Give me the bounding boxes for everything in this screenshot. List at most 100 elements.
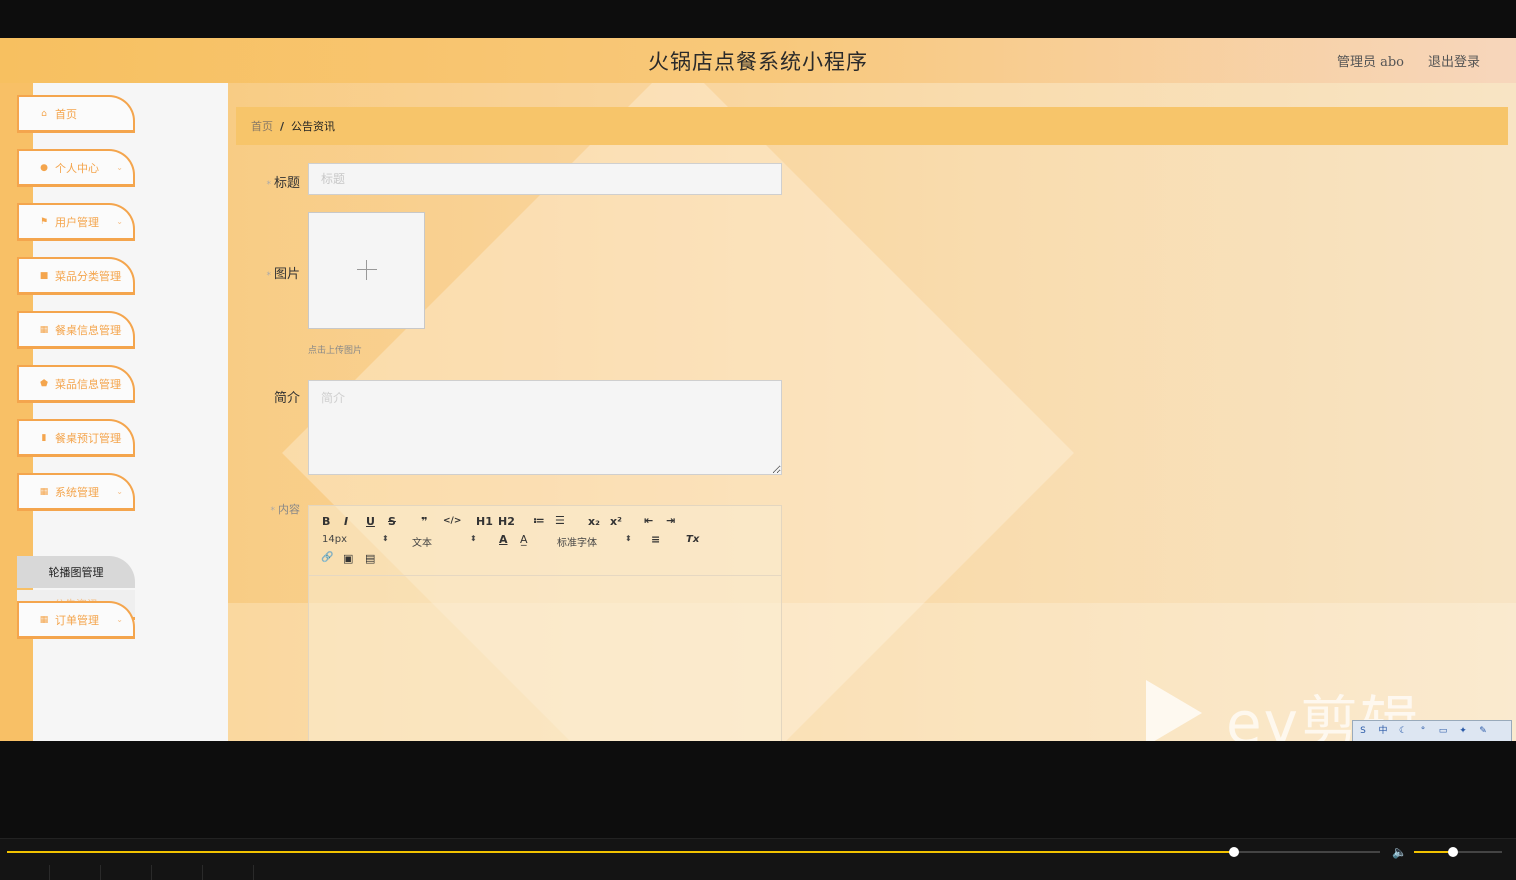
ordered-list-button[interactable]: ≔ [533, 514, 545, 527]
superscript-button[interactable]: x² [610, 515, 622, 528]
bullet-list-button[interactable]: ☰ [555, 514, 565, 527]
sidebar-item-label: 个人中心 [55, 161, 99, 175]
required-mark: * [266, 271, 271, 281]
player-button[interactable] [203, 865, 254, 880]
bold-button[interactable]: B [322, 515, 330, 528]
ime-mode-icon[interactable]: 中 [1377, 725, 1389, 737]
logout-link[interactable]: 退出登录 [1428, 51, 1480, 70]
select-arrow-icon: ⬍ [382, 534, 389, 543]
sidebar-item-dish-info[interactable]: ⬟ 菜品信息管理 ⌄ [17, 365, 135, 403]
bar-chart-icon: ▮ [41, 432, 47, 443]
ime-toolbar[interactable]: S 中 ☾ ° ▭ ✦ ✎ [1352, 720, 1512, 741]
ime-skin-icon[interactable]: ✦ [1457, 725, 1469, 737]
app-title: 火锅店点餐系统小程序 [648, 50, 868, 74]
chevron-down-icon: ⌄ [116, 487, 123, 496]
player-button[interactable] [152, 865, 203, 880]
sidebar-item-users[interactable]: ⚑ 用户管理 ⌄ [17, 203, 135, 241]
sidebar-item-label: 订单管理 [55, 613, 99, 627]
volume-level [1414, 851, 1453, 853]
seek-progress [7, 851, 1235, 853]
required-mark: * [270, 506, 276, 516]
sidebar-item-label: 菜品信息管理 [55, 377, 121, 391]
sidebar-item-dish-category[interactable]: ■ 菜品分类管理 ⌄ [17, 257, 135, 295]
quote-button[interactable]: ❞ [421, 515, 427, 528]
ime-punct-icon[interactable]: ° [1417, 725, 1429, 737]
volume-handle[interactable] [1447, 847, 1458, 857]
sidebar-item-label: 菜品分类管理 [55, 269, 121, 283]
h2-button[interactable]: H2 [498, 515, 515, 528]
seek-handle[interactable] [1229, 847, 1240, 857]
ime-keyboard-icon[interactable]: ▭ [1437, 725, 1449, 737]
outdent-button[interactable]: ⇤ [644, 514, 653, 527]
editor-content-area[interactable] [309, 577, 781, 741]
align-button[interactable]: ≡ [651, 533, 660, 546]
chevron-down-icon: ⌄ [116, 271, 123, 280]
player-button-row [0, 865, 1516, 880]
underline-button[interactable]: U [366, 515, 375, 528]
font-color-button[interactable]: A [499, 533, 508, 546]
title-input[interactable] [308, 163, 782, 195]
sidebar-item-system[interactable]: ▦ 系统管理 ⌄ [17, 473, 135, 511]
sidebar-item-label: 系统管理 [55, 485, 99, 499]
volume-slider[interactable] [1414, 847, 1502, 857]
ime-moon-icon[interactable]: ☾ [1397, 725, 1409, 737]
folder-icon: ■ [39, 270, 49, 281]
sidebar-item-profile[interactable]: ● 个人中心 ⌄ [17, 149, 135, 187]
italic-button[interactable]: I [344, 515, 348, 528]
select-arrow-icon: ⬍ [625, 534, 632, 543]
chevron-down-icon: ⌄ [116, 379, 123, 388]
block-type-select[interactable]: 文本 ⬍ [412, 534, 477, 549]
sidebar-item-table-info[interactable]: ▦ 餐桌信息管理 ⌄ [17, 311, 135, 349]
content-label: * 内容 [270, 503, 301, 516]
image-upload-button[interactable] [308, 212, 425, 329]
user-info: 管理员 abo [1336, 55, 1404, 70]
video-player-controls: 🔈 [0, 838, 1516, 880]
submenu-item-carousel[interactable]: 轮播图管理 [17, 556, 135, 588]
plus-icon [357, 260, 377, 280]
sidebar-item-orders[interactable]: ▦ 订单管理 ⌄ [17, 601, 135, 639]
flag-icon: ⚑ [39, 216, 49, 227]
strike-button[interactable]: S [388, 515, 396, 528]
sidebar-item-label: 餐桌信息管理 [55, 323, 121, 337]
title-label: * 标题 [266, 176, 300, 191]
link-button[interactable]: 🔗 [321, 552, 333, 563]
breadcrumb: 首页 / 公告资讯 [236, 107, 1508, 145]
grid-icon: ▦ [39, 486, 49, 497]
top-bar: 火锅店点餐系统小程序 管理员 abo 退出登录 [0, 38, 1516, 83]
upload-tip: 点击上传图片 [308, 346, 363, 356]
seek-bar[interactable] [7, 847, 1380, 857]
breadcrumb-home[interactable]: 首页 [251, 118, 273, 134]
play-logo-icon [1146, 680, 1202, 741]
background-color-button[interactable]: A̲ [520, 533, 528, 546]
editor-toolbar: B I U S ❞ </> H1 H2 ≔ ☰ x₂ x² ⇤ ⇥ 14px⬍ [309, 506, 781, 576]
ime-logo-icon[interactable]: S [1357, 725, 1369, 737]
indent-button[interactable]: ⇥ [666, 514, 675, 527]
intro-textarea[interactable] [308, 380, 782, 475]
chevron-down-icon: ⌄ [116, 325, 123, 334]
shield-icon: ⬟ [40, 378, 48, 389]
video-button[interactable]: ▤ [365, 552, 375, 565]
intro-label: 简介 [273, 391, 300, 406]
breadcrumb-current: 公告资讯 [291, 120, 336, 133]
rich-text-editor: B I U S ❞ </> H1 H2 ≔ ☰ x₂ x² ⇤ ⇥ 14px⬍ [308, 505, 782, 741]
volume-icon[interactable]: 🔈 [1392, 845, 1408, 859]
player-button[interactable] [0, 865, 50, 880]
chevron-down-icon: ⌄ [116, 615, 123, 624]
font-size-select[interactable]: 14px ⬍ [322, 534, 389, 545]
chevron-down-icon: ⌄ [116, 217, 123, 226]
h1-button[interactable]: H1 [476, 515, 493, 528]
code-block-button[interactable]: </> [443, 516, 461, 526]
font-family-select[interactable]: 标准字体 ⬍ [557, 534, 632, 549]
ime-settings-icon[interactable]: ✎ [1477, 725, 1489, 737]
table-icon: ▦ [39, 324, 49, 335]
subscript-button[interactable]: x₂ [588, 515, 600, 528]
player-button[interactable] [101, 865, 152, 880]
clear-format-button[interactable]: Tx [686, 534, 699, 545]
image-button[interactable]: ▣ [343, 552, 353, 565]
sidebar-item-label: 用户管理 [55, 215, 99, 229]
sidebar-item-label: 首页 [55, 107, 77, 121]
sidebar-item-home[interactable]: ⌂ 首页 [17, 95, 135, 133]
sidebar-item-table-booking[interactable]: ▮ 餐桌预订管理 ⌄ [17, 419, 135, 457]
user-icon: ● [40, 162, 48, 173]
player-button[interactable] [50, 865, 101, 880]
